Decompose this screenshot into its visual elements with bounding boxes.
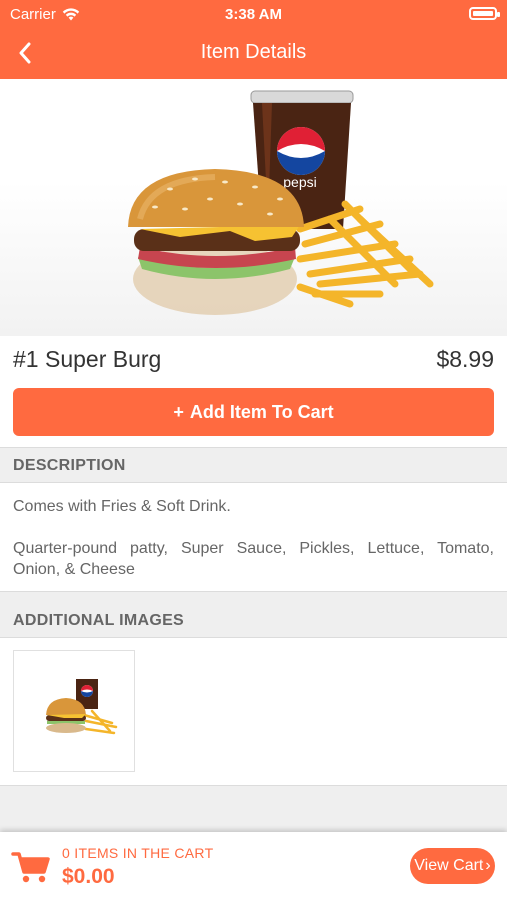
- nav-bar: Item Details: [0, 28, 507, 79]
- view-cart-button[interactable]: View Cart ›: [410, 848, 495, 884]
- status-bar: Carrier 3:38 AM: [0, 0, 507, 28]
- item-title-row: #1 Super Burg $8.99: [13, 346, 494, 376]
- plus-icon: +: [173, 401, 184, 422]
- description-body: Comes with Fries & Soft Drink. Quarter-p…: [13, 496, 494, 580]
- item-name: #1 Super Burg: [13, 346, 162, 372]
- add-to-cart-button[interactable]: + Add Item To Cart: [13, 388, 494, 436]
- content-spacer: [0, 786, 507, 832]
- cup-brand-text: pepsi: [283, 174, 316, 190]
- description-line-2: Quarter-pound patty, Super Sauce, Pickle…: [13, 540, 494, 578]
- additional-images-header: ADDITIONAL IMAGES: [0, 591, 507, 638]
- cart-total: $0.00: [62, 865, 115, 888]
- additional-image-thumbnail[interactable]: [13, 650, 135, 772]
- additional-images-gallery: [0, 638, 507, 786]
- fries-icon: [296, 200, 434, 308]
- burger-icon: [128, 169, 304, 315]
- battery-icon: [469, 7, 500, 20]
- additional-images-header-label: ADDITIONAL IMAGES: [13, 612, 185, 629]
- page-title: Item Details: [200, 41, 307, 63]
- status-time: 3:38 AM: [225, 6, 282, 23]
- chevron-right-icon: ›: [485, 857, 491, 874]
- item-hero-image: pepsi: [0, 79, 507, 336]
- cart-summary-bar: 0 ITEMS IN THE CART $0.00 View Cart ›: [0, 832, 507, 900]
- header-bar: Carrier 3:38 AM Item Details: [0, 0, 507, 79]
- item-price: $8.99: [436, 346, 494, 372]
- description-line-1: Comes with Fries & Soft Drink.: [13, 498, 231, 515]
- description-header-label: DESCRIPTION: [13, 457, 126, 474]
- burger-combo-illustration: pepsi: [128, 90, 434, 315]
- burger-combo-thumbnail-icon: [46, 679, 118, 735]
- cart-items-count: 0 ITEMS IN THE CART: [62, 845, 214, 861]
- view-cart-label: View Cart: [414, 857, 484, 874]
- description-header: DESCRIPTION: [0, 447, 507, 483]
- add-to-cart-label: Add Item To Cart: [189, 401, 334, 422]
- shopping-cart-icon[interactable]: [11, 850, 51, 884]
